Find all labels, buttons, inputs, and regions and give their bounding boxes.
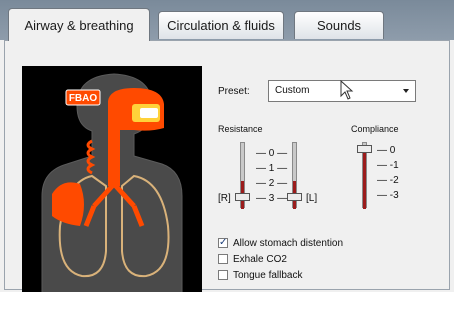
tongue-fallback-checkbox[interactable]	[218, 270, 228, 280]
compliance-tick-2: — -2	[377, 175, 399, 186]
allow-stomach-distention-label: Allow stomach distention	[233, 237, 344, 249]
tab-circulation-fluids[interactable]: Circulation & fluids	[158, 11, 284, 39]
tab-strip: Airway & breathing Circulation & fluids …	[0, 0, 454, 41]
preset-label: Preset:	[218, 86, 250, 97]
preset-value: Custom	[275, 85, 310, 96]
compliance-thumb[interactable]	[357, 145, 372, 153]
resistance-label: Resistance	[218, 124, 263, 134]
tab-airway-breathing[interactable]: Airway & breathing	[8, 8, 150, 41]
allow-stomach-distention-checkbox[interactable]: ✓	[218, 238, 228, 248]
resistance-tick-1: — 1 —	[256, 163, 288, 174]
resistance-left-thumb[interactable]	[235, 193, 250, 201]
resistance-tick-0: — 0 —	[256, 148, 288, 159]
allow-stomach-distention-option[interactable]: ✓ Allow stomach distention	[218, 236, 343, 250]
face-accent-inner	[140, 108, 158, 118]
patient-airway-figure: FBAO	[22, 66, 202, 296]
tab-sounds[interactable]: Sounds	[294, 11, 384, 39]
tongue-fallback-label: Tongue fallback	[233, 269, 303, 281]
compliance-tick-0: — 0	[377, 145, 396, 156]
resistance-left-marker: [R]	[218, 193, 231, 204]
resistance-right-thumb[interactable]	[287, 193, 302, 201]
compliance-tick-1: — -1	[377, 160, 399, 171]
exhale-co2-option[interactable]: Exhale CO2	[218, 252, 287, 266]
exhale-co2-checkbox[interactable]	[218, 254, 228, 264]
fbao-badge: FBAO	[69, 93, 98, 104]
compliance-fill	[363, 151, 366, 209]
resistance-tick-2: — 2 —	[256, 178, 288, 189]
compliance-label: Compliance	[351, 124, 399, 134]
dropdown-arrow-icon	[403, 89, 409, 93]
bottom-area	[0, 292, 454, 314]
resistance-tick-3: — 3 —	[256, 193, 288, 204]
resistance-right-marker: [L]	[306, 193, 318, 204]
mouse-cursor-icon	[340, 80, 354, 100]
tongue-fallback-option[interactable]: Tongue fallback	[218, 268, 303, 282]
compliance-tick-3: — -3	[377, 190, 399, 201]
exhale-co2-label: Exhale CO2	[233, 253, 287, 265]
settings-window: Airway & breathing Circulation & fluids …	[0, 0, 454, 314]
